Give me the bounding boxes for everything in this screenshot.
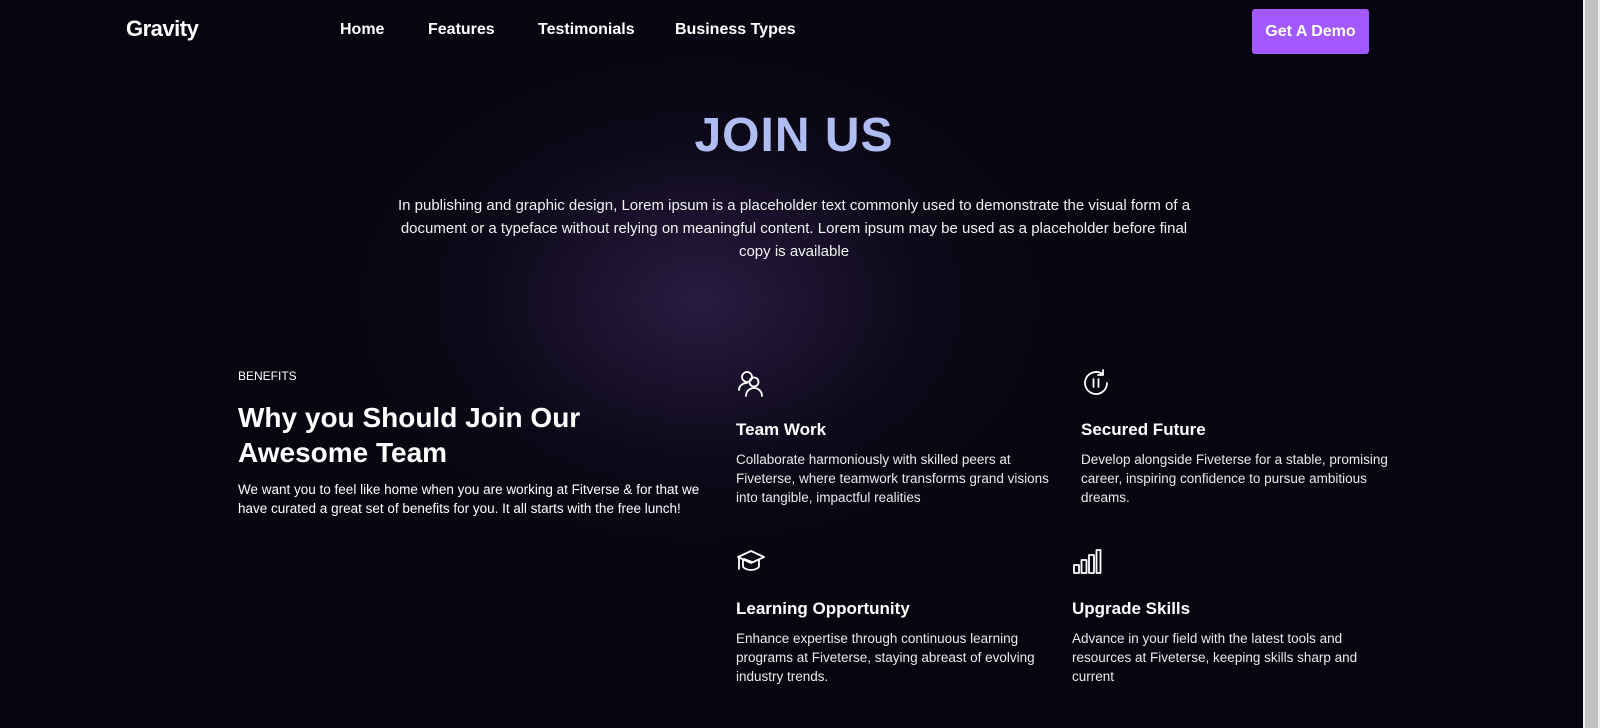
- nav-link-testimonials[interactable]: Testimonials: [538, 21, 635, 39]
- card-title: Learning Opportunity: [736, 599, 910, 618]
- benefit-card-learning-opportunity: Learning Opportunity Enhance expertise t…: [736, 547, 1056, 687]
- graduation-cap-icon: [736, 547, 766, 577]
- nav-link-features[interactable]: Features: [428, 21, 495, 39]
- benefit-card-secured-future: Secured Future Develop alongside Fiveter…: [1081, 368, 1401, 508]
- card-title: Team Work: [736, 420, 827, 439]
- card-description: Collaborate harmoniously with skilled pe…: [736, 452, 1049, 505]
- benefits-title: Why you Should Join Our Awesome Team: [238, 402, 581, 468]
- hero-title: JOIN US: [694, 109, 894, 162]
- card-title: Secured Future: [1081, 420, 1206, 439]
- card-title: Upgrade Skills: [1072, 599, 1191, 618]
- scrollbar-thumb[interactable]: [1585, 0, 1598, 728]
- benefit-card-team-work: Team Work Collaborate harmoniously with …: [736, 368, 1056, 508]
- card-description: Advance in your field with the latest to…: [1072, 631, 1358, 684]
- card-description: Develop alongside Fiveterse for a stable…: [1081, 452, 1388, 505]
- get-demo-button[interactable]: Get A Demo: [1252, 9, 1369, 54]
- nav-link-home[interactable]: Home: [340, 21, 384, 39]
- nav-link-business-types[interactable]: Business Types: [675, 21, 796, 39]
- bar-chart-icon: [1072, 547, 1102, 577]
- benefits-description: We want you to feel like home when you a…: [238, 482, 700, 516]
- vertical-scrollbar[interactable]: [1583, 0, 1600, 728]
- page: Gravity Home Features Testimonials Busin…: [0, 0, 1600, 728]
- brand-logo[interactable]: Gravity: [126, 16, 199, 42]
- benefits-eyebrow: BENEFITS: [238, 369, 297, 383]
- card-description: Enhance expertise through continuous lea…: [736, 631, 1035, 684]
- secured-future-icon: [1081, 368, 1111, 398]
- benefit-card-upgrade-skills: Upgrade Skills Advance in your field wit…: [1072, 547, 1392, 687]
- team-icon: [736, 368, 766, 398]
- hero-description: In publishing and graphic design, Lorem …: [397, 197, 1191, 260]
